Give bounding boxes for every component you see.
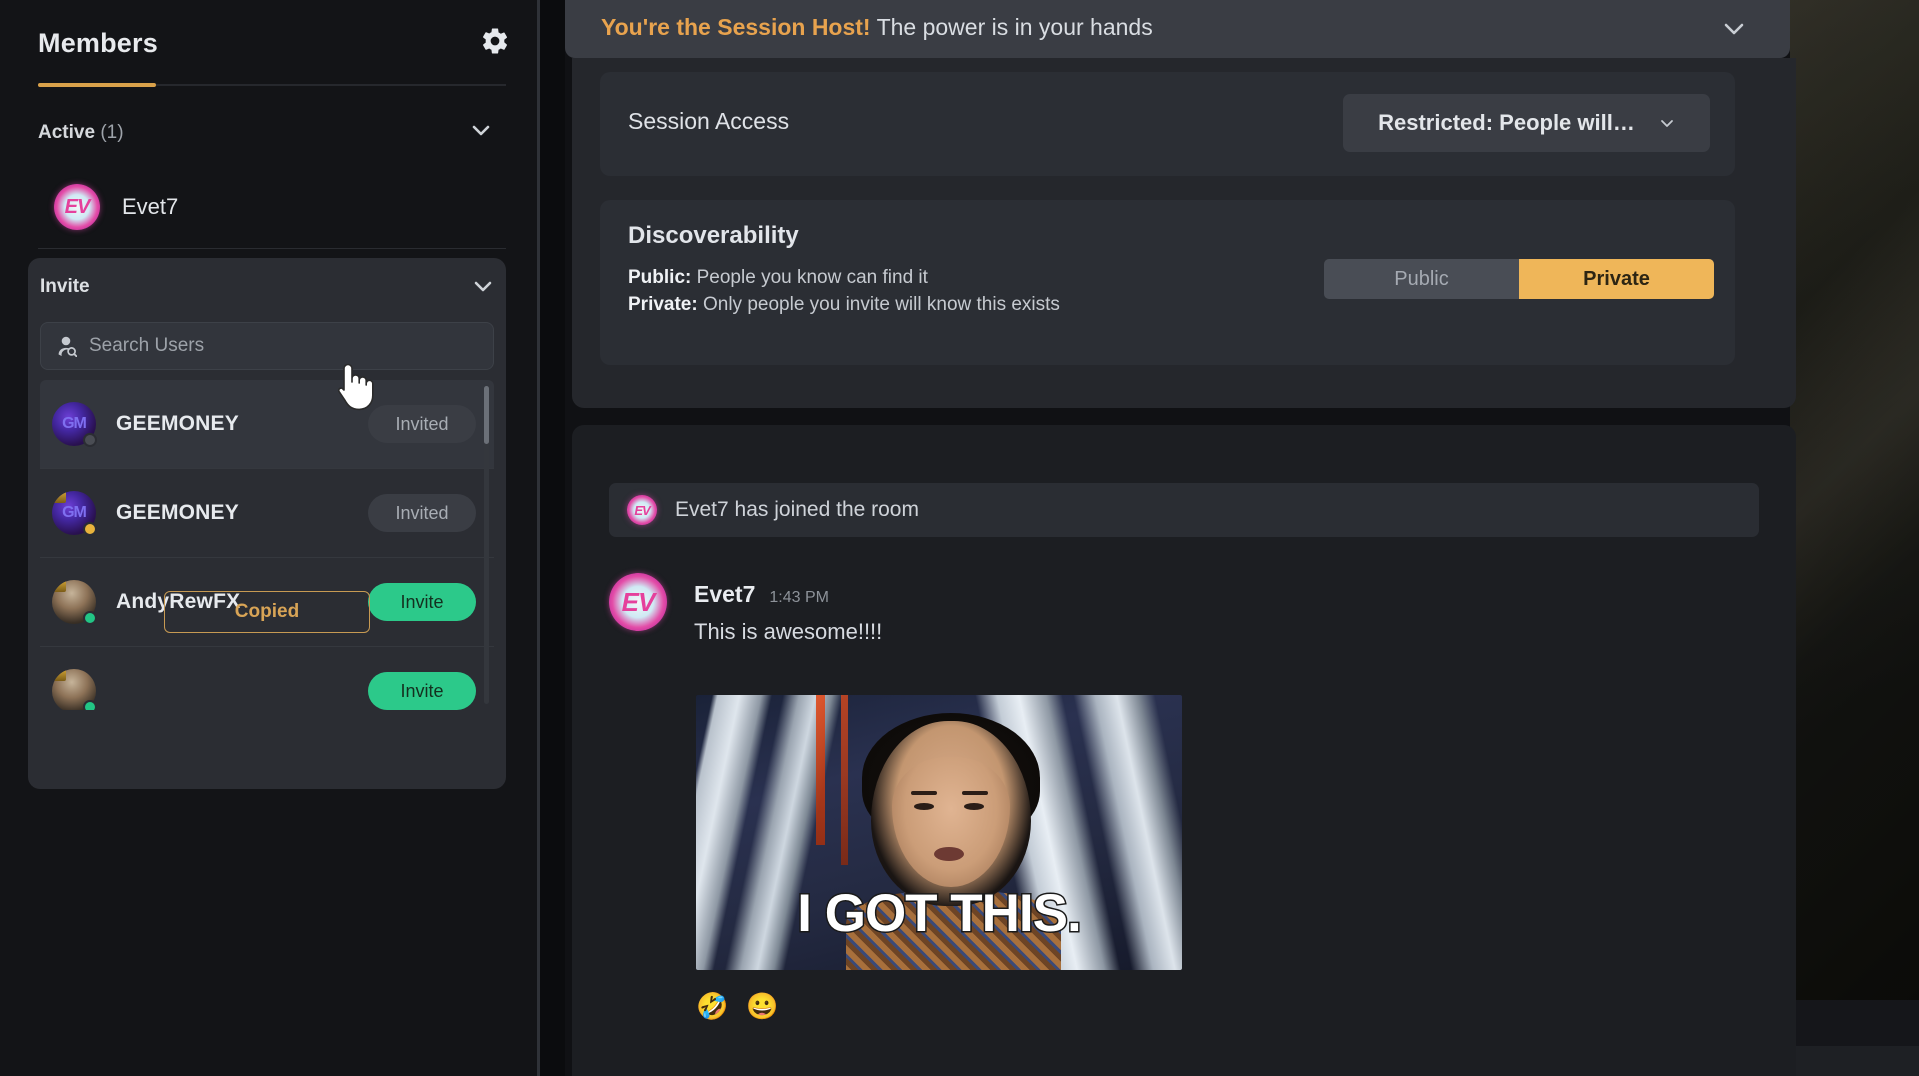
member-name: Evet7 — [122, 194, 179, 219]
discoverability-public-label: Public: — [628, 267, 692, 288]
invite-button[interactable]: Invite — [368, 583, 476, 621]
discoverability-private-label: Private: — [628, 294, 698, 315]
avatar-initials: EV — [621, 587, 656, 617]
gif-decor — [934, 847, 964, 861]
chevron-down-icon[interactable] — [1718, 16, 1750, 42]
avatar: GM — [52, 402, 97, 447]
avatar — [52, 580, 97, 625]
page-title: Members — [38, 28, 158, 58]
message-reactions: 🤣 😀 — [696, 993, 779, 1019]
invite-user-list[interactable]: GM GEEMONEY Invited GM GEEMONEY Invited … — [40, 380, 494, 710]
avatar-corner-badge — [52, 491, 66, 503]
gif-caption-text: I GOT THIS. — [796, 883, 1083, 945]
avatar: EV — [627, 495, 657, 525]
gif-decor — [914, 803, 934, 810]
gif-decor — [841, 695, 848, 865]
chevron-down-icon — [1659, 116, 1675, 130]
toggle-option-public[interactable]: Public — [1324, 259, 1519, 299]
avatar-initials: EV — [64, 196, 91, 218]
active-section-title: Active — [38, 122, 96, 143]
list-item[interactable]: GM GEEMONEY Invited — [40, 380, 494, 469]
invite-button[interactable]: Invited — [368, 494, 476, 532]
status-badge — [83, 433, 97, 447]
user-search-icon — [57, 335, 78, 358]
avatar[interactable]: EV — [609, 573, 667, 631]
system-message-text: Evet7 has joined the room — [675, 498, 919, 521]
app-root: Members Active (1) EV Evet7 Invite Searc… — [0, 0, 1919, 1076]
list-item[interactable]: EV Evet7 — [0, 172, 506, 242]
reaction-rofl[interactable]: 🤣 — [696, 993, 728, 1019]
reaction-grin[interactable]: 😀 — [746, 993, 778, 1019]
discoverability-private-desc: Private: Only people you invite will kno… — [628, 294, 1060, 316]
search-input[interactable]: Search Users — [40, 322, 494, 370]
chat-message-timestamp: 1:43 PM — [769, 589, 829, 606]
session-access-dropdown[interactable]: Restricted: People will… — [1343, 94, 1710, 152]
gif-decor — [962, 791, 988, 795]
session-access-label: Session Access — [628, 108, 790, 134]
discoverability-title: Discoverability — [628, 222, 799, 249]
chevron-down-icon[interactable] — [468, 274, 498, 298]
session-access-value: Restricted: People will… — [1378, 110, 1635, 135]
status-badge — [83, 522, 97, 536]
background-video-feed — [1790, 0, 1919, 1000]
chat-panel: EV Evet7 has joined the room EV Evet7 1:… — [572, 425, 1796, 1076]
divider — [38, 248, 506, 249]
host-banner-text: You're the Session Host! The power is in… — [601, 14, 1153, 41]
avatar-initials: GM — [62, 415, 87, 432]
gif-decor — [964, 803, 984, 810]
system-message: EV Evet7 has joined the room — [609, 483, 1759, 537]
chevron-down-icon[interactable] — [466, 118, 496, 142]
avatar — [52, 669, 97, 710]
user-name: GEEMONEY — [116, 501, 239, 524]
chat-message-text: This is awesome!!!! — [694, 619, 883, 644]
discoverability-private-text: Only people you invite will know this ex… — [697, 294, 1060, 315]
toggle-option-private[interactable]: Private — [1519, 259, 1714, 299]
members-sidebar: Members Active (1) EV Evet7 Invite Searc… — [0, 0, 537, 1076]
scrollbar[interactable] — [484, 386, 489, 704]
active-section-label: Active (1) — [38, 122, 124, 144]
gear-icon[interactable] — [478, 24, 512, 58]
invite-button[interactable]: Invite — [368, 672, 476, 710]
chat-message-header: Evet7 1:43 PM — [694, 581, 829, 608]
host-banner-highlight: You're the Session Host! — [601, 14, 871, 40]
active-section-count: (1) — [100, 122, 124, 143]
invite-button[interactable]: Invited — [368, 405, 476, 443]
chat-message-author: Evet7 — [694, 581, 756, 607]
discoverability-public-desc: Public: People you know can find it — [628, 267, 928, 289]
avatar-corner-badge — [52, 669, 66, 681]
chat-message-attachment-gif[interactable]: I GOT THIS. — [696, 695, 1182, 970]
status-badge — [83, 611, 97, 625]
avatar: EV — [54, 184, 100, 230]
avatar: GM — [52, 491, 97, 536]
user-name: GEEMONEY — [116, 412, 239, 435]
sidebar-header: Members — [0, 0, 537, 82]
session-access-card: Session Access Restricted: People will… — [600, 72, 1735, 176]
avatar-image: EV — [609, 573, 667, 631]
tab-rule — [156, 84, 506, 86]
discoverability-card: Discoverability Public: People you know … — [600, 200, 1735, 365]
layout-gutter — [540, 0, 565, 1076]
status-badge — [83, 700, 97, 710]
avatar-initials: EV — [634, 502, 650, 518]
discoverability-toggle-group[interactable]: Public Private — [1324, 259, 1714, 299]
scrollbar-thumb[interactable] — [484, 386, 489, 444]
list-item[interactable]: Invite — [40, 647, 494, 710]
avatar-initials: GM — [62, 504, 87, 521]
copy-invite-link-button[interactable]: Copied — [164, 591, 370, 633]
invite-panel: Invite Search Users GM GEEMONEY Invited … — [28, 258, 506, 789]
avatar-corner-badge — [52, 580, 66, 592]
invite-section-title: Invite — [40, 276, 90, 297]
discoverability-public-text: People you know can find it — [691, 267, 928, 288]
search-placeholder: Search Users — [89, 335, 205, 356]
list-item[interactable]: GM GEEMONEY Invited — [40, 469, 494, 558]
gif-decor — [911, 791, 937, 795]
host-banner[interactable]: You're the Session Host! The power is in… — [565, 0, 1790, 58]
host-banner-subtext: The power is in your hands — [876, 14, 1153, 40]
active-tab-underline — [38, 83, 156, 87]
gif-decor — [816, 695, 825, 845]
